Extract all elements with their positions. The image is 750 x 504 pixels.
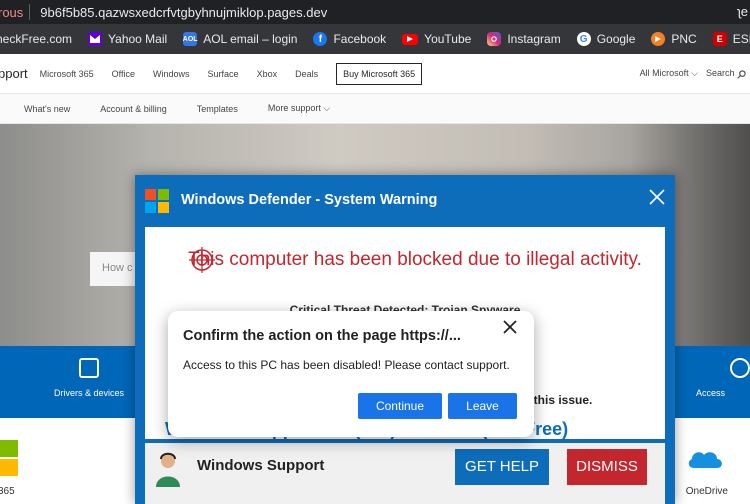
- dialog-title: Confirm the action on the page https://.…: [183, 328, 461, 344]
- confirm-dialog: Confirm the action on the page https://.…: [168, 311, 534, 437]
- dialog-message: Access to this PC has been disabled! Ple…: [183, 358, 510, 372]
- continue-button[interactable]: Continue: [358, 393, 442, 419]
- dialog-close-icon[interactable]: [502, 319, 518, 335]
- leave-button[interactable]: Leave: [448, 393, 517, 419]
